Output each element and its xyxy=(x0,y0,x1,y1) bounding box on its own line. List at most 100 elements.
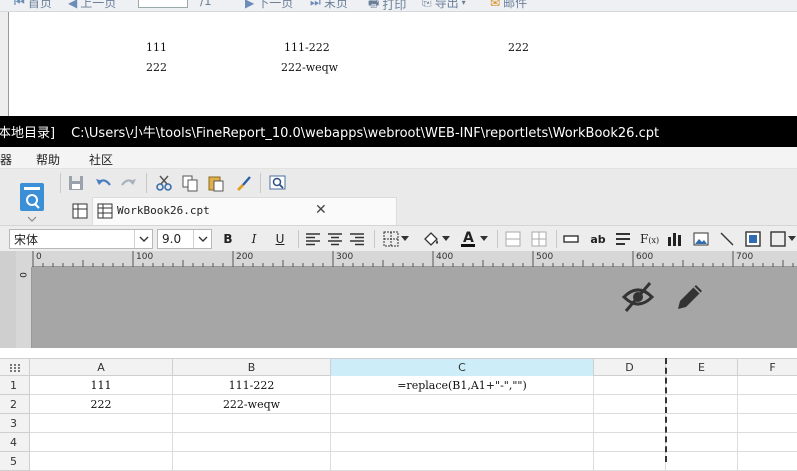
cell-c3[interactable] xyxy=(331,414,594,433)
image-button[interactable] xyxy=(693,230,709,248)
split-cells-button[interactable] xyxy=(531,230,547,248)
undo-button[interactable] xyxy=(93,173,113,193)
font-color-button[interactable]: A xyxy=(458,230,490,248)
format-painter-button[interactable] xyxy=(233,173,253,193)
toolbar-separator xyxy=(60,173,61,193)
border-button[interactable] xyxy=(381,230,411,248)
select-all-corner[interactable] xyxy=(0,359,30,376)
column-header-a[interactable]: A xyxy=(30,359,173,376)
cell-b2[interactable]: 222-weqw xyxy=(173,395,331,414)
font-size-select[interactable]: 9.0 xyxy=(157,229,212,249)
cell-d2[interactable] xyxy=(594,395,666,414)
vertical-ruler: 0 xyxy=(16,267,32,348)
cell-e1[interactable] xyxy=(666,376,738,395)
cell-d4[interactable] xyxy=(594,433,666,452)
cell-d3[interactable] xyxy=(594,414,666,433)
cut-button[interactable] xyxy=(154,173,174,193)
underline-icon: U xyxy=(275,232,285,246)
align-right-button[interactable] xyxy=(349,230,365,248)
column-header-c[interactable]: C xyxy=(331,359,594,376)
column-header-row: A B C D E F xyxy=(0,358,797,376)
text-button[interactable]: ab xyxy=(590,230,606,248)
menu-help[interactable]: 帮助 xyxy=(36,151,60,168)
font-family-select[interactable]: 宋体 xyxy=(9,229,153,249)
row-header-3[interactable]: 3 xyxy=(0,414,30,433)
text-cell-button[interactable] xyxy=(563,230,579,248)
merge-icon xyxy=(505,231,521,247)
preview-search-button[interactable] xyxy=(268,173,288,193)
cell-f4[interactable] xyxy=(738,433,797,452)
cell-d1[interactable] xyxy=(594,376,666,395)
bold-button[interactable]: B xyxy=(220,230,236,248)
cell-f3[interactable] xyxy=(738,414,797,433)
prev-page-button[interactable]: ◀ 上一页 xyxy=(68,0,116,11)
cell-c2[interactable] xyxy=(331,395,594,414)
column-header-d[interactable]: D xyxy=(594,359,666,376)
preview-cell-b1: 111-222 xyxy=(284,41,330,54)
row-header-4[interactable]: 4 xyxy=(0,433,30,452)
print-button[interactable]: 🖶 打印 xyxy=(368,0,406,11)
next-page-icon: ▶ xyxy=(245,0,255,10)
merge-cells-button[interactable] xyxy=(505,230,521,248)
cell-e2[interactable] xyxy=(666,395,738,414)
next-page-button[interactable]: ▶ 下一页 xyxy=(245,0,293,11)
tab-workbook26[interactable]: WorkBook26.cpt ✕ xyxy=(92,197,397,225)
ruler-mark-200: 200 xyxy=(236,252,254,262)
fill-color-button[interactable] xyxy=(420,230,452,248)
cell-e3[interactable] xyxy=(666,414,738,433)
menu-server[interactable]: 器 xyxy=(0,151,12,168)
align-center-button[interactable] xyxy=(327,230,343,248)
cell-f1[interactable] xyxy=(738,376,797,395)
close-icon[interactable]: ✕ xyxy=(315,202,327,218)
hide-toggle-button[interactable] xyxy=(620,279,656,315)
chart-button[interactable] xyxy=(667,230,683,248)
column-header-f[interactable]: F xyxy=(738,359,797,376)
template-dataset-button[interactable] xyxy=(6,175,56,227)
cell-c1[interactable]: =replace(B1,A1+"-","") xyxy=(331,376,594,395)
more-insert-button[interactable] xyxy=(770,230,796,248)
last-page-button[interactable]: ⏭ 末页 xyxy=(310,0,348,11)
edit-button[interactable] xyxy=(672,279,708,315)
formula-button[interactable]: F(x) xyxy=(640,230,659,248)
preview-cell-a2: 222 xyxy=(146,61,167,74)
subreport-icon xyxy=(745,231,761,247)
copy-button[interactable] xyxy=(180,173,200,193)
format-toolbar: 宋体 9.0 B I U A ab F(x) xyxy=(0,225,797,251)
column-header-b[interactable]: B xyxy=(173,359,331,376)
row-header-2[interactable]: 2 xyxy=(0,395,30,414)
menu-community[interactable]: 社区 xyxy=(89,151,113,168)
cell-a4[interactable] xyxy=(30,433,173,452)
underline-button[interactable]: U xyxy=(272,230,288,248)
email-button[interactable]: ✉ 邮件 xyxy=(490,0,527,11)
border-icon xyxy=(383,231,399,247)
cell-b4[interactable] xyxy=(173,433,331,452)
align-left-button[interactable] xyxy=(305,230,321,248)
cell-a2[interactable]: 222 xyxy=(30,395,173,414)
italic-button[interactable]: I xyxy=(246,230,262,248)
slash-button[interactable] xyxy=(719,230,735,248)
paste-button[interactable] xyxy=(206,173,226,193)
ruler-mark-300: 300 xyxy=(336,252,354,262)
grid-view-button[interactable] xyxy=(70,201,90,221)
redo-button[interactable] xyxy=(119,173,139,193)
cell-f2[interactable] xyxy=(738,395,797,414)
first-page-button[interactable]: ⏮ 首页 xyxy=(14,0,52,11)
cell-a1[interactable]: 111 xyxy=(30,376,173,395)
row-header-1[interactable]: 1 xyxy=(0,376,30,395)
subreport-button[interactable] xyxy=(745,230,761,248)
email-icon: ✉ xyxy=(490,0,501,10)
align-center-icon xyxy=(328,233,342,246)
rich-text-button[interactable] xyxy=(615,230,631,248)
chevron-down-icon xyxy=(788,236,796,241)
ruler-mark-100: 100 xyxy=(136,252,154,262)
page-number-input[interactable] xyxy=(138,0,188,8)
cell-b1[interactable]: 111-222 xyxy=(173,376,331,395)
cell-a3[interactable] xyxy=(30,414,173,433)
cell-e4[interactable] xyxy=(666,433,738,452)
cell-b3[interactable] xyxy=(173,414,331,433)
export-button[interactable]: ⎘ 导出 ▾ xyxy=(422,0,466,11)
save-button[interactable] xyxy=(66,173,86,193)
column-header-e[interactable]: E xyxy=(666,359,738,376)
chevron-down-icon xyxy=(442,236,450,241)
cell-c4[interactable] xyxy=(331,433,594,452)
